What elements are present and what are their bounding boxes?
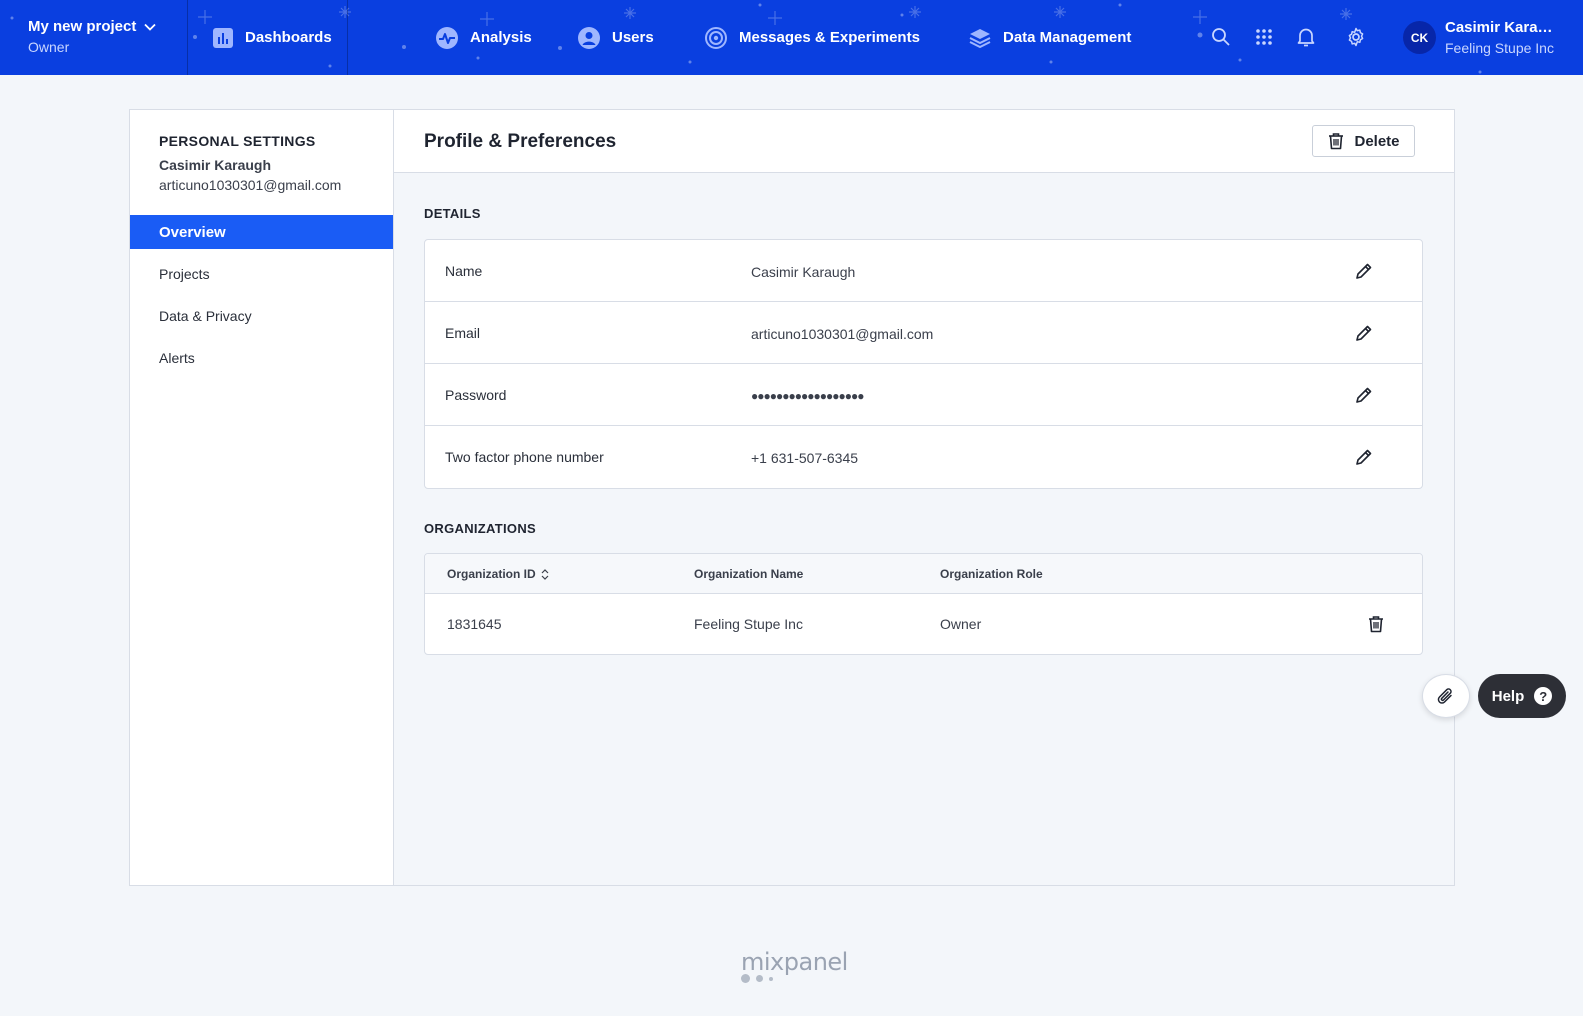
sidebar-item-alerts[interactable]: Alerts bbox=[130, 341, 393, 375]
column-header-organization-name: Organization Name bbox=[694, 567, 804, 581]
pencil-icon bbox=[1356, 449, 1372, 465]
project-role: Owner bbox=[28, 39, 70, 55]
page-title: Profile & Preferences bbox=[424, 131, 617, 152]
detail-value: ●●●●●●●●●●●●●●●●●● bbox=[751, 389, 864, 403]
user-organization: Feeling Stupe Inc bbox=[1445, 40, 1554, 56]
question-mark-icon: ? bbox=[1534, 687, 1553, 705]
nav-divider bbox=[347, 0, 348, 75]
nav-label: Data Management bbox=[1003, 29, 1132, 46]
remove-organization-button[interactable] bbox=[1365, 613, 1387, 635]
settings-button[interactable] bbox=[1344, 25, 1368, 49]
user-circle-icon bbox=[578, 26, 600, 49]
sort-icon bbox=[541, 568, 549, 580]
nav-label: Messages & Experiments bbox=[739, 29, 920, 46]
org-name-cell: Feeling Stupe Inc bbox=[694, 616, 803, 632]
apps-grid-button[interactable] bbox=[1252, 25, 1276, 49]
sidebar-item-label: Data & Privacy bbox=[159, 308, 252, 324]
notifications-button[interactable] bbox=[1294, 25, 1318, 49]
edit-password-button[interactable] bbox=[1353, 384, 1375, 406]
detail-value: Casimir Karaugh bbox=[751, 264, 856, 280]
edit-name-button[interactable] bbox=[1353, 260, 1375, 282]
help-label: Help bbox=[1491, 687, 1525, 705]
sidebar-item-data-privacy[interactable]: Data & Privacy bbox=[130, 299, 393, 333]
mixpanel-logo: mixpanel bbox=[741, 948, 848, 976]
details-section-label: DETAILS bbox=[424, 206, 481, 221]
nav-users[interactable]: Users bbox=[578, 0, 654, 75]
sidebar-user-email: articuno1030301@gmail.com bbox=[159, 177, 342, 193]
sidebar-item-overview[interactable]: Overview bbox=[130, 215, 393, 249]
trash-icon bbox=[1329, 133, 1344, 150]
sidebar-heading: PERSONAL SETTINGS bbox=[159, 133, 316, 149]
avatar[interactable]: CK bbox=[1403, 21, 1436, 54]
details-list: Name Casimir Karaugh Email articuno10303… bbox=[424, 239, 1423, 489]
detail-label: Email bbox=[445, 325, 481, 341]
nav-label: Analysis bbox=[470, 29, 532, 46]
org-id-cell: 1831645 bbox=[447, 616, 502, 632]
organizations-section-label: ORGANIZATIONS bbox=[424, 521, 536, 536]
settings-content: Profile & Preferences Delete DETAILS Nam… bbox=[394, 110, 1454, 885]
logo-dots-decoration bbox=[741, 974, 773, 983]
detail-row-password: Password ●●●●●●●●●●●●●●●●●● bbox=[425, 364, 1422, 426]
project-switcher[interactable]: My new project Owner bbox=[28, 18, 156, 55]
settings-card: PERSONAL SETTINGS Casimir Karaugh articu… bbox=[129, 109, 1455, 886]
nav-label: Dashboards bbox=[245, 29, 332, 46]
column-header-organization-role: Organization Role bbox=[940, 567, 1043, 581]
settings-sidebar: PERSONAL SETTINGS Casimir Karaugh articu… bbox=[130, 110, 394, 885]
delete-label: Delete bbox=[1354, 132, 1400, 150]
layers-icon bbox=[969, 28, 991, 48]
pencil-icon bbox=[1356, 325, 1372, 341]
help-button[interactable]: Help ? bbox=[1478, 674, 1566, 718]
pulse-icon bbox=[436, 26, 458, 49]
nav-label: Users bbox=[612, 29, 654, 46]
sidebar-item-label: Overview bbox=[159, 223, 226, 241]
edit-phone-button[interactable] bbox=[1353, 446, 1375, 468]
nav-messages-experiments[interactable]: Messages & Experiments bbox=[705, 0, 920, 75]
attachment-button[interactable] bbox=[1422, 674, 1470, 718]
org-role-cell: Owner bbox=[940, 616, 982, 632]
nav-data-management[interactable]: Data Management bbox=[969, 0, 1131, 75]
grid-icon bbox=[1256, 29, 1272, 45]
nav-analysis[interactable]: Analysis bbox=[436, 0, 532, 75]
top-navigation-bar: My new project Owner Dashboards Analysis… bbox=[0, 0, 1583, 75]
table-header: Organization ID Organization Name Organi… bbox=[425, 554, 1422, 594]
search-button[interactable] bbox=[1209, 25, 1233, 49]
paperclip-icon bbox=[1437, 688, 1452, 704]
pencil-icon bbox=[1356, 387, 1372, 403]
nav-dashboards[interactable]: Dashboards bbox=[213, 0, 332, 75]
content-header: Profile & Preferences Delete bbox=[394, 110, 1454, 173]
detail-value: articuno1030301@gmail.com bbox=[751, 326, 934, 342]
delete-button[interactable]: Delete bbox=[1312, 125, 1415, 157]
bell-icon bbox=[1297, 28, 1315, 47]
detail-value: +1 631-507-6345 bbox=[751, 450, 859, 466]
edit-email-button[interactable] bbox=[1353, 322, 1375, 344]
detail-label: Password bbox=[445, 387, 507, 403]
target-icon bbox=[705, 26, 727, 49]
sidebar-item-label: Projects bbox=[159, 266, 210, 282]
table-row: 1831645 Feeling Stupe Inc Owner bbox=[425, 594, 1422, 654]
nav-divider bbox=[187, 0, 188, 75]
trash-icon bbox=[1369, 616, 1383, 633]
bar-chart-icon bbox=[213, 27, 233, 48]
column-header-organization-id[interactable]: Organization ID bbox=[447, 567, 549, 581]
sidebar-user-name: Casimir Karaugh bbox=[159, 157, 272, 173]
detail-label: Name bbox=[445, 263, 483, 279]
sidebar-item-projects[interactable]: Projects bbox=[130, 257, 393, 291]
detail-row-email: Email articuno1030301@gmail.com bbox=[425, 302, 1422, 364]
sidebar-item-label: Alerts bbox=[159, 350, 195, 366]
pencil-icon bbox=[1356, 263, 1372, 279]
project-name: My new project bbox=[28, 18, 137, 35]
user-name[interactable]: Casimir Kara… bbox=[1445, 19, 1553, 36]
detail-label: Two factor phone number bbox=[445, 449, 604, 465]
search-icon bbox=[1212, 28, 1230, 46]
detail-row-phone: Two factor phone number +1 631-507-6345 bbox=[425, 426, 1422, 488]
organizations-table: Organization ID Organization Name Organi… bbox=[424, 553, 1423, 655]
chevron-down-icon bbox=[144, 23, 156, 31]
gear-icon bbox=[1348, 27, 1364, 47]
detail-row-name: Name Casimir Karaugh bbox=[425, 240, 1422, 302]
